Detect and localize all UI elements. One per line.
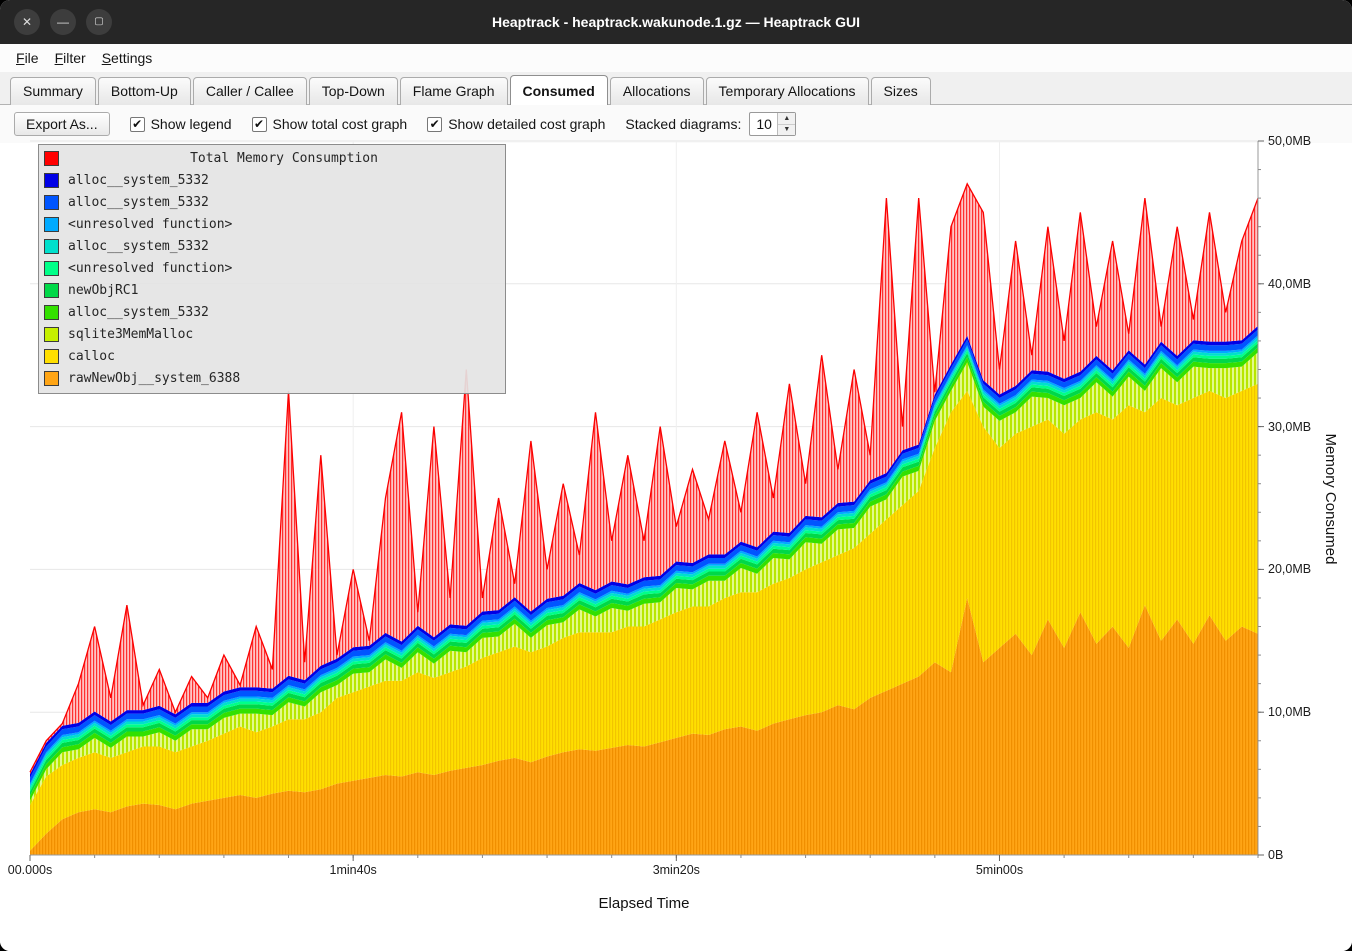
checkbox-label: Show legend — [151, 116, 232, 132]
stacked-diagrams-value[interactable]: 10 — [750, 113, 777, 135]
tab-consumed[interactable]: Consumed — [510, 75, 608, 105]
export-as-button[interactable]: Export As... — [14, 112, 110, 136]
legend-item: alloc__system_5332 — [39, 191, 505, 213]
checkbox-box[interactable]: ✔ — [130, 117, 145, 132]
menu-file[interactable]: File — [8, 47, 47, 69]
check-icon: ✔ — [254, 118, 264, 130]
legend-label: sqlite3MemMalloc — [68, 327, 193, 342]
x-axis-title: Elapsed Time — [30, 895, 1258, 912]
legend-item: <unresolved function> — [39, 213, 505, 235]
legend-label: alloc__system_5332 — [68, 173, 209, 188]
checkbox-show-legend[interactable]: ✔ Show legend — [130, 116, 232, 132]
tab-temporary-allocations[interactable]: Temporary Allocations — [706, 77, 869, 105]
spin-up-icon: ▲ — [783, 115, 790, 122]
legend-swatch — [44, 217, 59, 232]
maximize-button[interactable]: ▢ — [86, 9, 112, 35]
chart-legend: Total Memory Consumption alloc__system_53… — [38, 144, 506, 394]
tab-caller-callee[interactable]: Caller / Callee — [193, 77, 307, 105]
checkbox-label: Show detailed cost graph — [448, 116, 605, 132]
legend-swatch — [44, 195, 59, 210]
legend-swatch — [44, 173, 59, 188]
checkbox-label: Show total cost graph — [273, 116, 408, 132]
menu-settings[interactable]: Settings — [94, 47, 161, 69]
chart-region: 0B10,0MB20,0MB30,0MB40,0MB50,0MB00.000s1… — [0, 143, 1352, 951]
legend-swatch — [44, 349, 59, 364]
y-axis-tick-label: 40,0MB — [1268, 277, 1311, 291]
y-axis-tick-label: 20,0MB — [1268, 562, 1311, 576]
legend-label: alloc__system_5332 — [68, 305, 209, 320]
spinner-arrows: ▲ ▼ — [777, 113, 795, 135]
y-axis-tick-label: 50,0MB — [1268, 134, 1311, 148]
tab-flame-graph[interactable]: Flame Graph — [400, 77, 508, 105]
stacked-diagrams-spinbox[interactable]: 10 ▲ ▼ — [749, 112, 796, 136]
stacked-diagrams-label: Stacked diagrams: — [625, 116, 741, 132]
checkbox-show-detailed-cost-graph[interactable]: ✔ Show detailed cost graph — [427, 116, 605, 132]
legend-item: alloc__system_5332 — [39, 169, 505, 191]
spin-down-button[interactable]: ▼ — [778, 125, 795, 136]
close-button[interactable]: ✕ — [14, 9, 40, 35]
legend-swatch — [44, 283, 59, 298]
legend-title-row: Total Memory Consumption — [39, 147, 505, 169]
legend-label: alloc__system_5332 — [68, 195, 209, 210]
stacked-diagrams-control: Stacked diagrams: 10 ▲ ▼ — [625, 112, 796, 136]
y-axis-tick-label: 0B — [1268, 848, 1283, 862]
legend-label: Total Memory Consumption — [68, 151, 500, 166]
legend-swatch — [44, 261, 59, 276]
legend-item: <unresolved function> — [39, 257, 505, 279]
legend-label: newObjRC1 — [68, 283, 138, 298]
spin-up-button[interactable]: ▲ — [778, 113, 795, 125]
maximize-icon: ▢ — [94, 17, 103, 27]
tab-bottom-up[interactable]: Bottom-Up — [98, 77, 191, 105]
legend-item: calloc — [39, 345, 505, 367]
legend-label: rawNewObj__system_6388 — [68, 371, 240, 386]
tab-summary[interactable]: Summary — [10, 77, 96, 105]
minimize-button[interactable]: — — [50, 9, 76, 35]
checkbox-box[interactable]: ✔ — [427, 117, 442, 132]
y-axis-tick-label: 30,0MB — [1268, 420, 1311, 434]
legend-label: calloc — [68, 349, 115, 364]
checkbox-box[interactable]: ✔ — [252, 117, 267, 132]
menu-filter[interactable]: Filter — [47, 47, 94, 69]
checkbox-show-total-cost-graph[interactable]: ✔ Show total cost graph — [252, 116, 408, 132]
tab-bar: SummaryBottom-UpCaller / CalleeTop-DownF… — [0, 72, 1352, 105]
legend-item: alloc__system_5332 — [39, 235, 505, 257]
x-axis-tick-label: 00.000s — [8, 863, 52, 877]
legend-swatch — [44, 151, 59, 166]
x-axis-tick-label: 5min00s — [976, 863, 1023, 877]
legend-swatch — [44, 327, 59, 342]
legend-item: newObjRC1 — [39, 279, 505, 301]
menu-bar: FileFilterSettings — [0, 44, 1352, 72]
legend-item: rawNewObj__system_6388 — [39, 367, 505, 389]
legend-swatch — [44, 239, 59, 254]
app-window: ✕ — ▢ Heaptrack - heaptrack.wakunode.1.g… — [0, 0, 1352, 951]
x-axis-tick-label: 1min40s — [330, 863, 377, 877]
y-axis-title: Memory Consumed — [1322, 434, 1339, 565]
spin-down-icon: ▼ — [783, 126, 790, 133]
y-axis-tick-label: 10,0MB — [1268, 705, 1311, 719]
legend-label: <unresolved function> — [68, 261, 232, 276]
legend-label: <unresolved function> — [68, 217, 232, 232]
tab-sizes[interactable]: Sizes — [871, 77, 931, 105]
check-icon: ✔ — [430, 118, 440, 130]
window-title: Heaptrack - heaptrack.wakunode.1.gz — He… — [492, 14, 860, 30]
title-bar: ✕ — ▢ Heaptrack - heaptrack.wakunode.1.g… — [0, 0, 1352, 44]
minimize-icon: — — [57, 16, 69, 28]
x-axis-tick-label: 3min20s — [653, 863, 700, 877]
legend-item: sqlite3MemMalloc — [39, 323, 505, 345]
checkbox-group: ✔ Show legend ✔ Show total cost graph ✔ Show … — [130, 116, 606, 132]
close-icon: ✕ — [22, 16, 32, 28]
legend-swatch — [44, 371, 59, 386]
check-icon: ✔ — [132, 118, 142, 130]
legend-label: alloc__system_5332 — [68, 239, 209, 254]
tab-top-down[interactable]: Top-Down — [309, 77, 398, 105]
toolbar: Export As... ✔ Show legend ✔ Show total cos… — [0, 105, 1352, 143]
legend-item: alloc__system_5332 — [39, 301, 505, 323]
legend-swatch — [44, 305, 59, 320]
tab-allocations[interactable]: Allocations — [610, 77, 704, 105]
